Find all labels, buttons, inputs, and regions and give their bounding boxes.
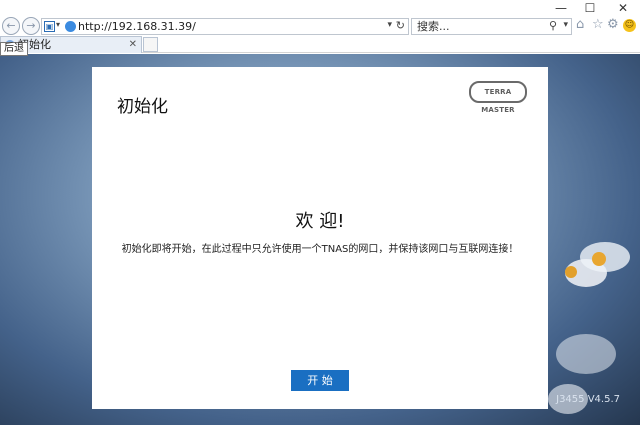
home-icon[interactable]: ⌂	[576, 17, 584, 32]
forward-arrow-icon: →	[26, 19, 36, 32]
back-tooltip: 后退	[0, 42, 28, 56]
back-arrow-icon: ←	[6, 19, 16, 32]
maximize-button[interactable]: ☐	[577, 1, 603, 15]
tab-close-icon[interactable]: ✕	[129, 38, 137, 52]
dropdown-icon[interactable]: ▾	[56, 20, 60, 29]
version-text: J3455 V4.5.7	[556, 394, 620, 405]
search-icon[interactable]: ⚲	[549, 19, 557, 32]
back-button[interactable]: ←	[2, 17, 20, 35]
compat-view-icon[interactable]: ▣	[44, 21, 55, 32]
daisy-decoration	[592, 252, 606, 266]
new-tab-button[interactable]	[143, 37, 158, 52]
terramaster-logo: TERRA MASTER	[469, 81, 527, 114]
search-input[interactable]: 搜索...	[417, 20, 450, 34]
address-bar[interactable]: ▣ ▾ http://192.168.31.39/ ▾ ↻	[41, 18, 409, 35]
smiley-feedback-icon[interactable]: ☺	[623, 19, 636, 32]
url-dropdown-icon[interactable]: ▾	[387, 20, 392, 30]
search-dropdown-icon[interactable]: ▾	[563, 20, 568, 30]
daisy-decoration	[556, 334, 616, 374]
settings-gear-icon[interactable]: ⚙	[607, 17, 619, 32]
page-title: 初始化	[117, 97, 168, 117]
init-card: 初始化 TERRA MASTER 欢 迎! 初始化即将开始，在此过程中只允许使用…	[92, 67, 548, 409]
title-bar: — ☐ ✕	[0, 0, 640, 16]
daisy-decoration	[565, 266, 577, 278]
favorites-star-icon[interactable]: ☆	[592, 17, 604, 32]
url-text[interactable]: http://192.168.31.39/	[78, 20, 196, 34]
ie-globe-icon	[65, 21, 76, 32]
welcome-heading: 欢 迎!	[295, 211, 345, 232]
close-window-button[interactable]: ✕	[610, 1, 636, 15]
refresh-icon[interactable]: ↻	[396, 19, 405, 32]
address-row: ← → ▣ ▾ http://192.168.31.39/ ▾ ↻ 搜索... …	[0, 16, 640, 36]
forward-button[interactable]: →	[22, 17, 40, 35]
tab-row: 初始化 ✕	[0, 36, 640, 53]
start-button[interactable]: 开 始	[291, 370, 349, 391]
page-background: J3455 V4.5.7 初始化 TERRA MASTER 欢 迎! 初始化即将…	[0, 54, 640, 425]
search-box[interactable]: 搜索... ⚲ ▾	[411, 18, 572, 35]
init-description: 初始化即将开始，在此过程中只允许使用一个TNAS的网口，并保持该网口与互联网连接…	[121, 244, 519, 255]
minimize-button[interactable]: —	[548, 1, 574, 15]
